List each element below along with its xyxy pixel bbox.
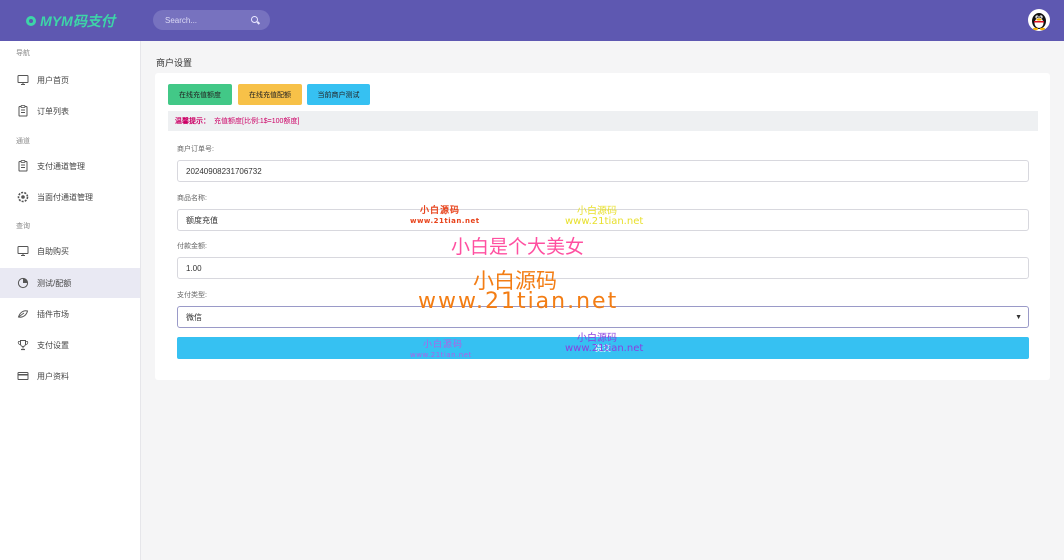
sidebar-item-self-purchase[interactable]: 自助购买 [0, 236, 140, 266]
user-avatar[interactable] [1028, 9, 1050, 31]
app-title: MYM码支付 [40, 12, 115, 29]
sidebar-item-payment-channels[interactable]: 支付通道管理 [0, 151, 140, 181]
sidebar-section-nav: 导航 [16, 50, 30, 57]
monitor-icon [17, 75, 29, 85]
sidebar-item-pay-settings[interactable]: 支付设置 [0, 330, 140, 360]
sidebar-item-home[interactable]: 用户首页 [0, 65, 140, 95]
monitor-icon [17, 246, 29, 256]
sidebar-item-label: 订单列表 [37, 106, 69, 116]
notice-bar: 温馨提示： 充值额度[比例:1$=100额度] [168, 111, 1038, 131]
sidebar-item-f2f-channels[interactable]: 当面付通道管理 [0, 182, 140, 212]
pay-type-label: 支付类型: [177, 292, 207, 299]
product-name-label: 商品名称: [177, 195, 207, 202]
sidebar: 导航 用户首页 订单列表 通道 支付通道管理 当面付通道管理 查询 自助购买 测… [0, 41, 141, 560]
leaf-icon [17, 310, 29, 318]
amount-field[interactable] [177, 257, 1029, 279]
amount-label: 付款金额: [177, 243, 207, 250]
chart-icon [17, 277, 29, 289]
sidebar-item-label: 支付设置 [37, 340, 69, 350]
sidebar-section-query: 查询 [16, 223, 30, 230]
sidebar-item-label: 自助购买 [37, 246, 69, 256]
main-content: 商户设置 在线充值额度 在线充值配额 当前商户测试 温馨提示： 充值额度[比例:… [141, 41, 1064, 560]
sidebar-item-label: 支付通道管理 [37, 161, 85, 171]
sidebar-item-label: 用户资料 [37, 371, 69, 381]
sidebar-item-label: 用户首页 [37, 75, 69, 85]
search-input[interactable] [165, 15, 251, 25]
trophy-icon [17, 340, 29, 351]
penguin-avatar-icon [1032, 13, 1046, 31]
order-no-label: 商户订单号: [177, 146, 214, 153]
merchant-settings-card: 在线充值额度 在线充值配额 当前商户测试 温馨提示： 充值额度[比例:1$=10… [155, 73, 1050, 380]
page-title: 商户设置 [156, 58, 193, 68]
app-logo[interactable]: MYM码支付 [0, 0, 141, 41]
submit-button[interactable]: 提交 [177, 337, 1029, 359]
sidebar-item-label: 插件市场 [37, 309, 69, 319]
notice-text: 充值额度[比例:1$=100额度] [214, 118, 300, 125]
sidebar-item-orders[interactable]: 订单列表 [0, 96, 140, 126]
pay-type-select[interactable]: 微信 ▼ [177, 306, 1029, 328]
logo-icon [26, 15, 37, 26]
merchant-test-button[interactable]: 当前商户测试 [307, 84, 370, 105]
sidebar-item-label: 测试/配额 [37, 278, 72, 288]
recharge-credit-button[interactable]: 在线充值额度 [168, 84, 232, 105]
pay-type-value: 微信 [186, 312, 202, 322]
clipboard-icon [18, 105, 28, 117]
search-box [153, 10, 270, 30]
sidebar-item-test-quota[interactable]: 测试/配额 [0, 268, 140, 298]
order-no-field[interactable] [177, 160, 1029, 182]
product-name-field[interactable] [177, 209, 1029, 231]
gear-icon [17, 191, 29, 203]
recharge-quota-button[interactable]: 在线充值配额 [238, 84, 302, 105]
sidebar-item-profile[interactable]: 用户资料 [0, 361, 140, 391]
search-icon[interactable] [251, 15, 260, 25]
sidebar-item-label: 当面付通道管理 [37, 192, 93, 202]
top-bar: MYM码支付 [0, 0, 1064, 41]
clipboard-icon [18, 160, 28, 172]
sidebar-item-plugins[interactable]: 插件市场 [0, 299, 140, 329]
card-icon [17, 372, 29, 380]
notice-prefix: 温馨提示： [175, 118, 210, 125]
chevron-down-icon: ▼ [1015, 313, 1022, 321]
sidebar-section-channel: 通道 [16, 138, 30, 145]
